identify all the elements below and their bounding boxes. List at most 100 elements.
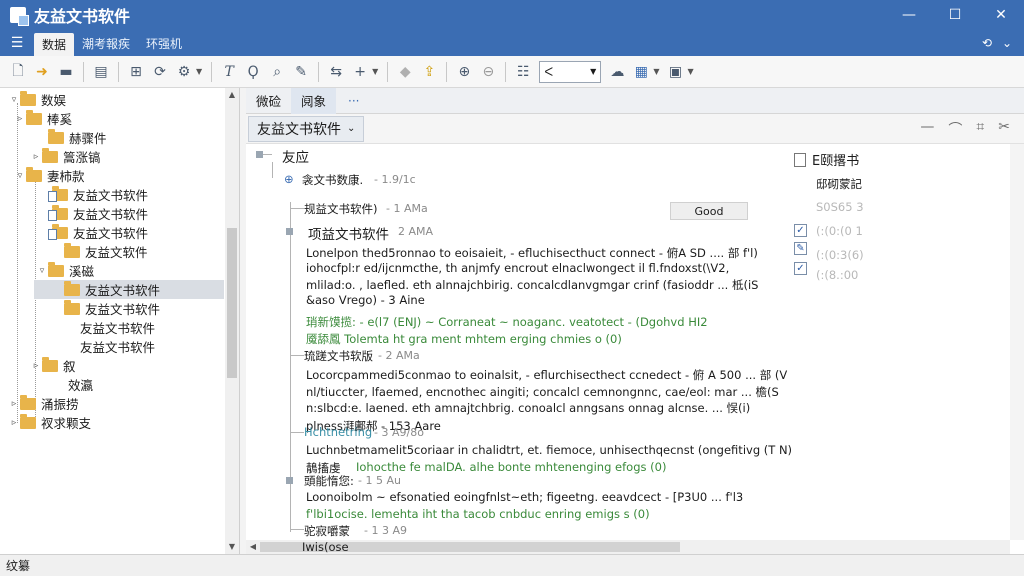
text-icon[interactable]: T	[217, 60, 241, 84]
tree-item[interactable]: 友益文软件	[52, 242, 148, 261]
settings-icon[interactable]: ⚙	[172, 60, 196, 84]
settings-dropdown-icon[interactable]: ▼	[196, 67, 202, 76]
diamond-icon[interactable]: ◆	[393, 60, 417, 84]
undo-icon[interactable]: ⟲	[982, 36, 992, 50]
close-button[interactable]: ✕	[978, 0, 1024, 30]
tree-item[interactable]: ▹ 叙	[30, 356, 76, 375]
toolbar-combo[interactable]: ᐸ ▼	[539, 60, 602, 83]
maximize-button[interactable]: ☐	[932, 0, 978, 30]
tree-item[interactable]: 友益文书软件	[52, 299, 160, 318]
tree-item[interactable]: ▹ 篙涨镐	[30, 147, 101, 166]
tree-guide-line	[35, 181, 36, 421]
expand-toggle-icon[interactable]: ▹	[30, 361, 42, 371]
scroll-left-icon[interactable]: ◀	[246, 540, 260, 554]
tree-item[interactable]: ▿ 溪磁	[36, 261, 94, 280]
outline-node-icon	[286, 228, 293, 235]
zoom-in-icon[interactable]: ⊕	[452, 60, 476, 84]
tree-item[interactable]: 友益文书软件	[64, 337, 155, 356]
lasso-icon[interactable]: Ϙ	[241, 60, 265, 84]
hamburger-icon[interactable]: ☰	[0, 30, 34, 56]
expand-toggle-icon[interactable]: ▹	[14, 114, 26, 124]
tree-item[interactable]: ▿ 数娱	[8, 90, 66, 109]
outline-root-meta: - 1.9/1c	[374, 173, 416, 186]
outline-connector	[290, 355, 304, 356]
doc-tab-1[interactable]: 微硷	[246, 88, 291, 114]
expand-icon[interactable]: ⌄	[1002, 36, 1012, 50]
add-dropdown-icon[interactable]: ▼	[372, 67, 378, 76]
expand-toggle-icon[interactable]: ▿	[36, 266, 48, 276]
tree-item[interactable]: ▹ 棒奚	[14, 109, 72, 128]
tree-item-label: 效瀛	[68, 378, 94, 393]
forward-arrow-icon[interactable]: ➜	[30, 60, 54, 84]
checkbox[interactable]: ✓	[794, 262, 807, 275]
toolbar-separator	[446, 61, 448, 82]
save-icon[interactable]: ▬	[54, 60, 78, 84]
block-line: Locorcpammedi5conmao to eoinalsit, - efl…	[306, 368, 788, 382]
tree-item[interactable]: ▿ 妻柿款	[14, 166, 85, 185]
scrollbar-thumb[interactable]	[227, 228, 237, 378]
window-controls: — ☐ ✕	[886, 0, 1024, 30]
document-folder-icon	[48, 223, 68, 240]
folder-icon	[48, 128, 64, 144]
color-fill-icon[interactable]: ▦	[629, 60, 653, 84]
menu-tab-environment[interactable]: 环强机	[138, 30, 190, 56]
tree-item[interactable]: 友益文书软件	[40, 223, 148, 242]
layout-icon[interactable]: ▣	[663, 60, 687, 84]
checkbox[interactable]: ✎	[794, 242, 807, 255]
layout-dropdown-icon[interactable]: ▼	[687, 67, 693, 76]
scroll-up-icon[interactable]: ▲	[225, 88, 239, 102]
tree-item[interactable]: 赫骤件	[36, 128, 107, 147]
tree-item[interactable]: ▹ 衩求颗支	[8, 413, 91, 432]
menu-tab-data[interactable]: 数据	[34, 33, 75, 56]
color-dropdown-icon[interactable]: ▼	[653, 67, 659, 76]
tree-guide-line	[17, 103, 18, 423]
branch-icon[interactable]: ⇆	[324, 60, 348, 84]
list-view-icon[interactable]: ☷	[511, 60, 535, 84]
doc-tab-2[interactable]: 阋象	[291, 88, 337, 114]
block-line: &aso Vrego) - 3 Aine	[306, 293, 425, 307]
minimize-button[interactable]: —	[886, 0, 932, 30]
curve-icon[interactable]: ⌒	[948, 119, 962, 139]
crop-icon[interactable]: ⌗	[976, 119, 984, 139]
menu-tab-reference[interactable]: 潮考報疾	[74, 30, 138, 56]
add-icon[interactable]: +	[348, 60, 372, 84]
info-icon: ⊕	[284, 172, 294, 186]
tree-item[interactable]: 友益文书软件	[40, 204, 148, 223]
scroll-down-icon[interactable]: ▼	[225, 540, 239, 554]
block-comment: 魇舔鳳 Tolemta ht gra ment mhtem erging chm…	[306, 332, 622, 346]
zoom-out-icon[interactable]: ⊖	[476, 60, 500, 84]
tools-icon[interactable]: ✂	[998, 119, 1010, 139]
refresh-icon[interactable]: ⟳	[148, 60, 172, 84]
expand-toggle-icon[interactable]: ▹	[30, 152, 42, 162]
more-tabs-button[interactable]: ···	[336, 94, 371, 108]
expand-toggle-icon[interactable]: ▹	[8, 399, 20, 409]
tree-item-selected[interactable]: 友益文书软件	[34, 280, 224, 299]
folder-icon	[26, 109, 42, 125]
cloud-icon[interactable]: ☁	[605, 60, 629, 84]
block-heading-meta: - 1 3 A9	[364, 524, 407, 537]
tree-item[interactable]: 效瀛	[54, 375, 93, 394]
expand-toggle-icon[interactable]: ▿	[14, 171, 26, 181]
tree-item[interactable]: 友益文书软件	[64, 318, 155, 337]
document-vertical-scrollbar[interactable]	[1010, 144, 1024, 540]
block-heading-meta: - 1 AMa	[386, 202, 428, 215]
tree-item-label: 友益文书软件	[85, 283, 161, 298]
upload-icon[interactable]: ⇪	[417, 60, 441, 84]
document-icon[interactable]: ▤	[89, 60, 113, 84]
search-icon[interactable]: ⌕	[265, 60, 289, 84]
new-file-icon[interactable]: 🗋	[6, 60, 30, 84]
tree-item-label: 棒奚	[47, 112, 73, 127]
tree-item[interactable]: 友益文书软件	[40, 185, 148, 204]
checkbox[interactable]: ✓	[794, 224, 807, 237]
minimize-panel-icon[interactable]: —	[920, 119, 934, 139]
grid-icon[interactable]: ⊞	[124, 60, 148, 84]
document-selector[interactable]: 友益文书软件 ⌄	[248, 115, 365, 142]
expand-toggle-icon[interactable]: ▿	[8, 95, 20, 105]
tree-item[interactable]: ▹ 涌振捞	[8, 394, 79, 413]
good-button[interactable]: Good	[670, 202, 748, 220]
tree-scrollbar[interactable]: ▲ ▼	[225, 88, 239, 554]
expand-toggle-icon[interactable]: ▹	[8, 418, 20, 428]
highlight-icon[interactable]: ✎	[289, 60, 313, 84]
document-horizontal-scrollbar[interactable]: ◀ Iwis(ose	[246, 540, 1010, 554]
right-panel-item: (:(0:(0 1	[816, 224, 863, 238]
